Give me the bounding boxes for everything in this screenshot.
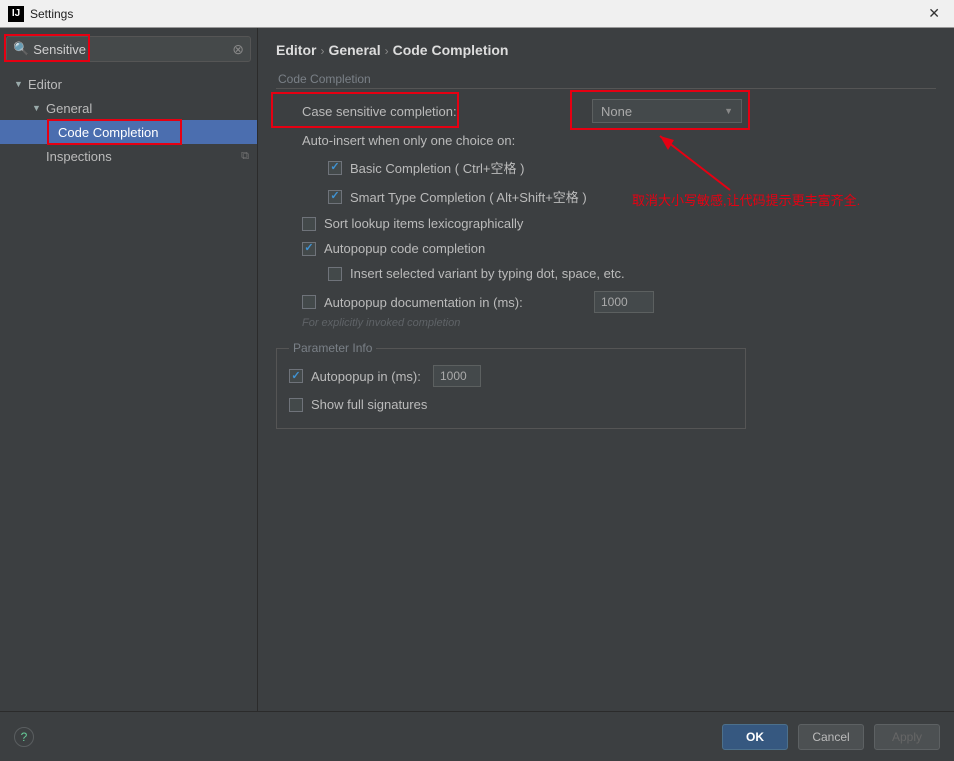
search-input-wrapper[interactable]: 🔍 ⊗ — [6, 36, 251, 62]
insert-variant-checkbox[interactable] — [328, 267, 342, 281]
chevron-down-icon: ▼ — [724, 106, 733, 116]
auto-insert-label: Auto-insert when only one choice on: — [302, 133, 515, 148]
tree-node-editor[interactable]: ▼ Editor — [0, 72, 257, 96]
autopopup-in-label: Autopopup in (ms): — [311, 369, 433, 384]
help-button[interactable]: ? — [14, 727, 34, 747]
breadcrumb-item: Code Completion — [393, 42, 509, 58]
tree-node-inspections[interactable]: Inspections ⧉ — [0, 144, 257, 168]
breadcrumb-item: General — [328, 42, 380, 58]
copy-icon: ⧉ — [241, 150, 249, 163]
sidebar: 🔍 ⊗ ▼ Editor ▼ General Code Completion I… — [0, 28, 258, 711]
select-value: None — [601, 104, 632, 119]
breadcrumb-sep: › — [385, 44, 389, 58]
autopopup-in-checkbox[interactable] — [289, 369, 303, 383]
smart-completion-checkbox[interactable] — [328, 190, 342, 204]
show-full-sig-checkbox[interactable] — [289, 398, 303, 412]
parameter-info-legend: Parameter Info — [289, 341, 376, 355]
cancel-button[interactable]: Cancel — [798, 724, 864, 750]
autopopup-cc-checkbox[interactable] — [302, 242, 316, 256]
clear-search-icon[interactable]: ⊗ — [232, 41, 244, 58]
bottom-bar: ? OK Cancel Apply — [0, 711, 954, 761]
settings-tree: ▼ Editor ▼ General Code Completion Inspe… — [0, 68, 257, 711]
case-sensitive-label: Case sensitive completion: — [302, 104, 572, 119]
autopopup-doc-label: Autopopup documentation in (ms): — [324, 295, 578, 310]
case-sensitive-select[interactable]: None ▼ — [592, 99, 742, 123]
breadcrumb: Editor › General › Code Completion — [276, 42, 936, 58]
basic-completion-checkbox[interactable] — [328, 161, 342, 175]
insert-variant-label: Insert selected variant by typing dot, s… — [350, 266, 625, 281]
parameter-info-group: Parameter Info Autopopup in (ms): Show f… — [276, 341, 746, 429]
tree-label: Editor — [28, 77, 62, 92]
autopopup-doc-hint: For explicitly invoked completion — [302, 317, 936, 329]
search-icon: 🔍 — [13, 41, 29, 57]
content-pane: Editor › General › Code Completion Code Comp… — [258, 28, 954, 711]
autopopup-in-field[interactable] — [433, 365, 481, 387]
search-input[interactable] — [33, 42, 232, 57]
breadcrumb-sep: › — [320, 44, 324, 58]
sort-lexi-checkbox[interactable] — [302, 217, 316, 231]
breadcrumb-item: Editor — [276, 42, 316, 58]
apply-button[interactable]: Apply — [874, 724, 940, 750]
basic-completion-label: Basic Completion ( Ctrl+空格 ) — [350, 158, 524, 177]
tree-label: Inspections — [46, 149, 112, 164]
autopopup-doc-checkbox[interactable] — [302, 295, 316, 309]
window-title: Settings — [30, 7, 922, 21]
section-title: Code Completion — [278, 72, 936, 86]
sort-lexi-label: Sort lookup items lexicographically — [324, 216, 523, 231]
close-icon[interactable]: ✕ — [922, 5, 946, 22]
titlebar: IJ Settings ✕ — [0, 0, 954, 28]
tree-label: Code Completion — [58, 125, 158, 140]
tree-label: General — [46, 101, 92, 116]
show-full-sig-label: Show full signatures — [311, 397, 427, 412]
chevron-down-icon: ▼ — [32, 103, 42, 113]
app-icon: IJ — [8, 6, 24, 22]
tree-node-code-completion[interactable]: Code Completion — [0, 120, 257, 144]
tree-node-general[interactable]: ▼ General — [0, 96, 257, 120]
smart-completion-label: Smart Type Completion ( Alt+Shift+空格 ) — [350, 187, 587, 206]
autopopup-doc-field[interactable] — [594, 291, 654, 313]
chevron-down-icon: ▼ — [14, 79, 24, 89]
autopopup-cc-label: Autopopup code completion — [324, 241, 485, 256]
ok-button[interactable]: OK — [722, 724, 788, 750]
